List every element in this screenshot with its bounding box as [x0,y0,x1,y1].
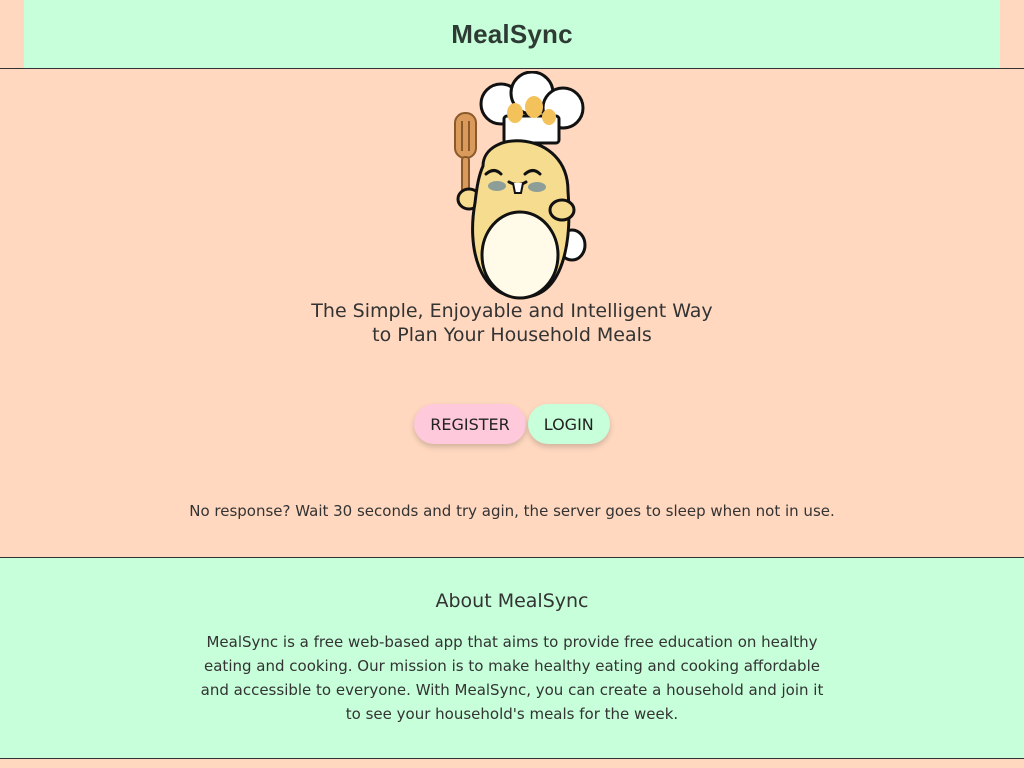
about-section: About MealSync MealSync is a free web-ba… [0,558,1024,759]
login-button[interactable]: LOGIN [527,404,610,444]
about-description: MealSync is a free web-based app that ai… [200,633,824,723]
site-header: MealSync [0,0,1024,69]
tagline: The Simple, Enjoyable and Intelligent Wa… [212,299,812,347]
chef-bunny-mascot-icon [454,71,587,300]
server-sleep-notice: No response? Wait 30 seconds and try agi… [189,502,835,520]
hero-section: The Simple, Enjoyable and Intelligent Wa… [0,69,1024,558]
register-button[interactable]: REGISTER [414,404,526,444]
auth-buttons: REGISTER LOGIN [0,404,1024,444]
about-title: About MealSync [435,590,589,612]
brand-title[interactable]: MealSync [451,19,573,50]
header-bar: MealSync [24,0,1000,68]
tagline-line-1: The Simple, Enjoyable and Intelligent Wa… [311,300,713,322]
tagline-line-2: to Plan Your Household Meals [372,324,652,346]
bottom-strip [0,759,1024,768]
